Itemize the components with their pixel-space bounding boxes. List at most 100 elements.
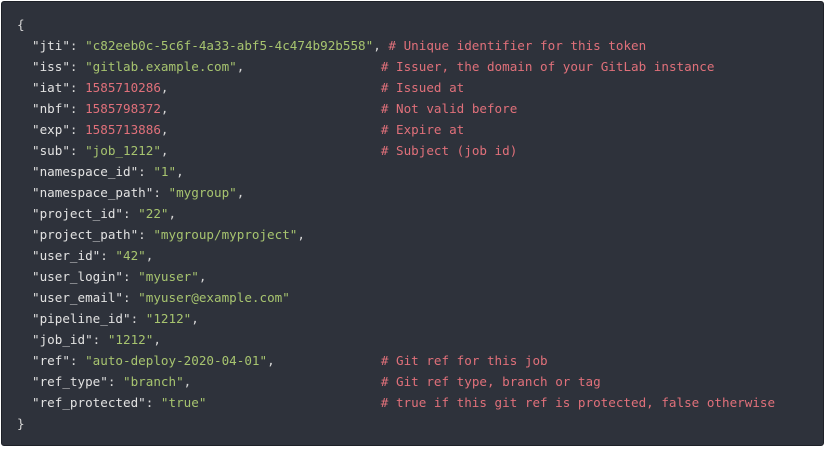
close-brace: } [17,416,25,431]
code-comment: # Expire at [380,122,465,137]
code-line: "job_id": "1212", [17,329,823,350]
code-line: "nbf": 1585798372, # Not valid before [17,98,823,119]
json-key: "jti" [32,38,70,53]
json-value: 1585798372 [85,101,161,116]
colon: : [130,311,146,326]
json-key: "nbf" [32,101,70,116]
json-value: "42" [115,248,146,263]
json-key: "exp" [32,122,70,137]
json-value: "true" [160,395,207,410]
code-line: "iat": 1585710286, # Issued at [17,77,823,98]
close-brace-line: } [17,413,823,434]
code-line: "project_id": "22", [17,203,823,224]
code-comment: # Issued at [380,80,465,95]
json-value: "branch" [123,374,184,389]
code-comment: # Unique identifier for this token [388,38,647,53]
comma: , [236,185,245,200]
code-line: "pipeline_id": "1212", [17,308,823,329]
comment-padding [169,80,381,95]
comment-padding [206,395,380,410]
json-value: "1" [153,164,177,179]
code-comment: # Not valid before [380,101,518,116]
json-value: "myuser" [138,269,199,284]
json-key: "ref_protected" [32,395,146,410]
comma: , [198,269,207,284]
code-line: "project_path": "mygroup/myproject", [17,224,823,245]
colon: : [138,164,154,179]
comma: , [297,227,305,242]
colon: : [107,374,123,389]
colon: : [69,101,86,116]
colon: : [123,269,139,284]
colon: : [100,248,116,263]
comment-padding [275,353,381,368]
json-key: "user_login" [32,269,123,284]
comma: , [160,143,169,158]
json-value: 1585710286 [85,80,161,95]
json-key: "sub" [32,143,70,158]
comma: , [160,80,169,95]
json-value: 1585713886 [85,122,161,137]
json-key: "namespace_id" [32,164,139,179]
colon: : [138,227,154,242]
json-value: "mygroup/myproject" [153,227,298,242]
json-key: "project_path" [32,227,139,242]
colon: : [123,206,139,221]
json-key: "pipeline_id" [32,311,131,326]
comma: , [373,38,381,53]
code-line: "sub": "job_1212", # Subject (job id) [17,140,823,161]
colon: : [69,38,86,53]
comma: , [153,332,161,347]
json-value: "job_1212" [85,143,161,158]
open-brace: { [17,17,25,32]
code-comment: # Subject (job id) [380,143,518,158]
code-block: { "jti": "c82eeb0c-5c6f-4a33-abf5-4c474b… [1,1,824,446]
code-comment: # Git ref type, branch or tag [380,374,601,389]
json-value: "myuser@example.com" [138,290,290,305]
comma: , [176,164,184,179]
colon: : [69,122,86,137]
code-line: "iss": "gitlab.example.com", # Issuer, t… [17,56,823,77]
code-line: "user_email": "myuser@example.com" [17,287,823,308]
colon: : [69,143,86,158]
json-value: "auto-deploy-2020-04-01" [85,353,268,368]
json-key: "namespace_path" [32,185,154,200]
json-value: "c82eeb0c-5c6f-4a33-abf5-4c474b92b558" [85,38,374,53]
comment-padding [244,59,380,74]
code-lines: "jti": "c82eeb0c-5c6f-4a33-abf5-4c474b92… [17,35,823,413]
json-key: "ref_type" [32,374,108,389]
code-line: "namespace_id": "1", [17,161,823,182]
colon: : [69,80,86,95]
colon: : [123,290,139,305]
code-comment: # Git ref for this job [380,353,548,368]
comment-padding [169,143,381,158]
json-key: "user_email" [32,290,123,305]
code-comment: # Issuer, the domain of your GitLab inst… [380,59,715,74]
json-key: "ref" [32,353,70,368]
colon: : [145,395,161,410]
code-line: "ref": "auto-deploy-2020-04-01", # Git r… [17,350,823,371]
comma: , [191,311,199,326]
json-value: "mygroup" [168,185,237,200]
colon: : [69,353,86,368]
json-key: "project_id" [32,206,123,221]
json-key: "iat" [32,80,70,95]
json-key: "user_id" [32,248,101,263]
comma: , [160,101,169,116]
comment-padding [169,101,381,116]
code-line: "ref_type": "branch", # Git ref type, br… [17,371,823,392]
comment-padding [191,374,381,389]
json-value: "1212" [107,332,154,347]
colon: : [153,185,169,200]
code-line: "exp": 1585713886, # Expire at [17,119,823,140]
comma: , [160,122,169,137]
json-value: "gitlab.example.com" [85,59,237,74]
code-line: "user_login": "myuser", [17,266,823,287]
comma: , [168,206,177,221]
colon: : [69,59,86,74]
code-line: "ref_protected": "true" # true if this g… [17,392,823,413]
comma: , [145,248,154,263]
comment-padding [169,122,381,137]
code-comment: # true if this git ref is protected, fal… [380,395,776,410]
json-value: "22" [138,206,169,221]
